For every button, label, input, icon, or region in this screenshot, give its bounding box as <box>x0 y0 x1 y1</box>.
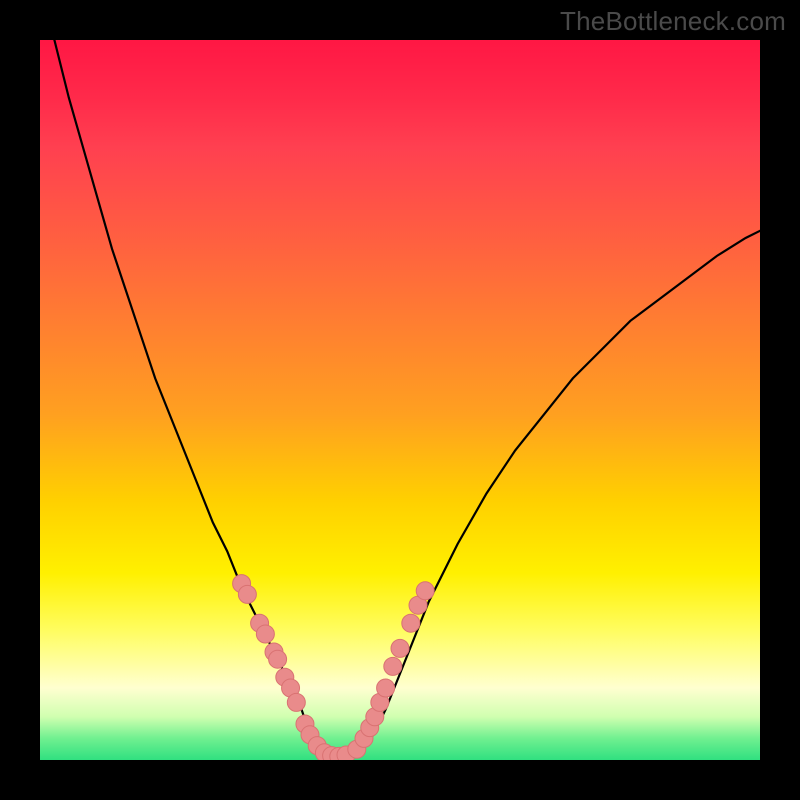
marker-point <box>238 585 256 603</box>
marker-point <box>416 582 434 600</box>
chart-frame: TheBottleneck.com <box>0 0 800 800</box>
marker-point <box>384 657 402 675</box>
marker-point <box>287 693 305 711</box>
marker-group <box>233 575 435 760</box>
marker-point <box>269 650 287 668</box>
plot-area <box>40 40 760 760</box>
marker-point <box>377 679 395 697</box>
marker-point <box>402 614 420 632</box>
chart-svg <box>40 40 760 760</box>
marker-point <box>391 639 409 657</box>
marker-point <box>256 625 274 643</box>
watermark-text: TheBottleneck.com <box>560 6 786 37</box>
